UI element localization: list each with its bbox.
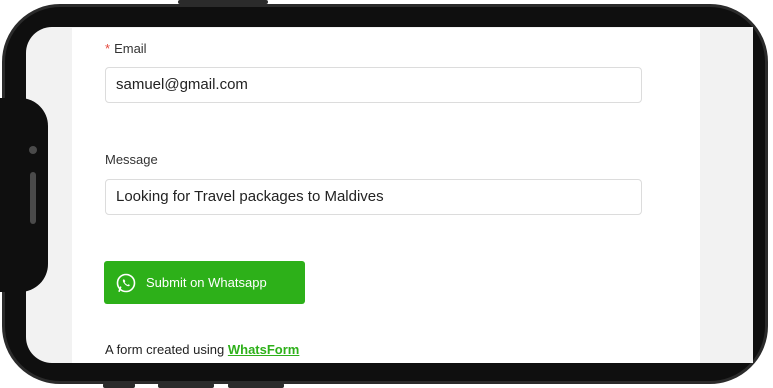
- submit-button-label: Submit on Whatsapp: [146, 275, 267, 290]
- camera-icon: [29, 146, 37, 154]
- message-label: Message: [105, 152, 158, 167]
- email-field[interactable]: samuel@gmail.com: [105, 67, 642, 103]
- speaker-icon: [30, 172, 36, 224]
- message-field[interactable]: Looking for Travel packages to Maldives: [105, 179, 642, 215]
- whatsapp-icon: [115, 272, 137, 294]
- submit-whatsapp-button[interactable]: Submit on Whatsapp: [104, 261, 305, 304]
- email-label-text: Email: [114, 41, 147, 56]
- required-mark: *: [105, 41, 111, 56]
- phone-side-button: [158, 383, 214, 388]
- phone-side-button: [228, 383, 284, 388]
- phone-side-button: [103, 383, 135, 388]
- phone-notch: [0, 98, 48, 292]
- whatsform-link[interactable]: WhatsForm: [228, 342, 300, 357]
- form-footer: A form created using WhatsForm: [105, 342, 299, 357]
- email-label: * Email: [105, 41, 147, 56]
- footer-text: A form created using: [105, 342, 225, 357]
